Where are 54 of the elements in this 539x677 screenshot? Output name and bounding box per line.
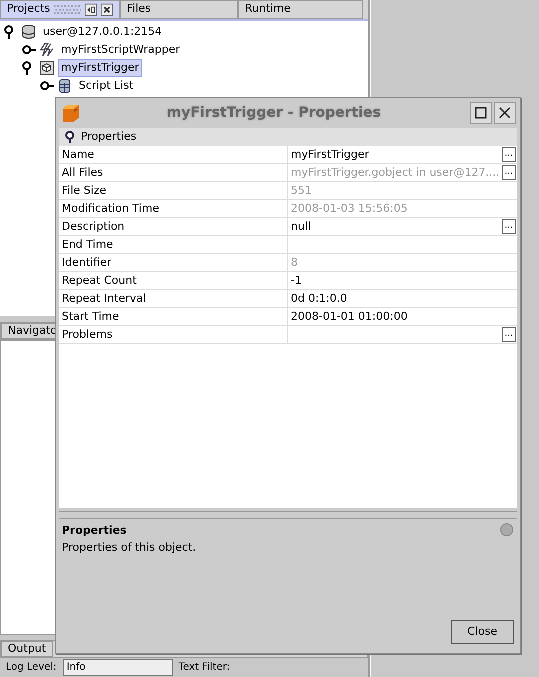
expanded-handle-icon <box>65 131 75 143</box>
dialog-title: myFirstTrigger - Properties <box>166 104 382 122</box>
trigger-icon <box>40 60 54 76</box>
property-value: 551 <box>291 183 313 199</box>
ellipsis-button[interactable]: ... <box>502 147 516 162</box>
close-button[interactable]: Close <box>451 620 514 644</box>
property-name: Description <box>59 218 288 235</box>
cube-icon <box>62 104 80 122</box>
property-name: Name <box>59 146 288 163</box>
section-header[interactable]: Properties <box>59 128 517 146</box>
close-icon <box>499 107 511 119</box>
property-value[interactable]: -1 <box>291 272 517 289</box>
tab[interactable]: Runtime <box>238 0 363 19</box>
list-icon <box>58 78 72 94</box>
output-tab[interactable]: Output <box>1 641 54 657</box>
text-filter-label: Text Filter: <box>178 661 230 675</box>
log-level-label: Log Level: <box>6 661 57 675</box>
close-button[interactable] <box>494 102 516 124</box>
tree-item[interactable]: myFirstScriptWrapper <box>58 40 184 60</box>
ellipsis-button[interactable]: ... <box>502 219 516 234</box>
property-name: Modification Time <box>59 200 288 217</box>
property-name: Identifier <box>59 254 288 271</box>
property-name: File Size <box>59 182 288 199</box>
property-name: All Files <box>59 164 288 181</box>
log-level-dropdown[interactable]: Info <box>62 659 173 676</box>
grip-icon <box>54 3 81 16</box>
minimize-icon[interactable] <box>84 2 97 16</box>
database-icon <box>22 24 36 40</box>
property-name: Problems <box>59 326 288 343</box>
property-value[interactable]: 0d 0:1:0.0 <box>291 290 517 307</box>
tree-item[interactable]: Script List <box>76 76 137 96</box>
ellipsis-button[interactable]: ... <box>502 327 516 342</box>
property-name: Repeat Interval <box>59 290 288 307</box>
tree-item[interactable]: myFirstTrigger <box>58 58 142 78</box>
maximize-icon <box>475 107 487 119</box>
tab[interactable]: Projects <box>0 0 120 19</box>
property-value: 2008-01-03 15:56:05 <box>291 201 409 217</box>
property-name: Start Time <box>59 308 288 325</box>
help-title: Properties <box>62 523 127 539</box>
tab[interactable]: Files <box>120 0 238 19</box>
collapsed-handle-icon[interactable] <box>40 79 54 93</box>
tree-item[interactable]: user@127.0.0.1:2154 <box>40 22 166 42</box>
property-value[interactable]: myFirstTrigger <box>291 146 502 163</box>
property-name: Repeat Count <box>59 272 288 289</box>
property-value: 8 <box>291 255 299 271</box>
property-name: End Time <box>59 236 288 253</box>
collapsed-handle-icon[interactable] <box>22 43 36 57</box>
property-value: myFirstTrigger.gobject in user@127.... <box>291 165 501 181</box>
maximize-button[interactable] <box>470 102 492 124</box>
close-icon[interactable] <box>100 2 113 16</box>
ellipsis-button[interactable]: ... <box>502 165 516 180</box>
property-value[interactable]: 2008-01-01 01:00:00 <box>291 308 517 325</box>
help-text: Properties of this object. <box>62 540 198 556</box>
property-value[interactable]: null <box>291 218 502 235</box>
